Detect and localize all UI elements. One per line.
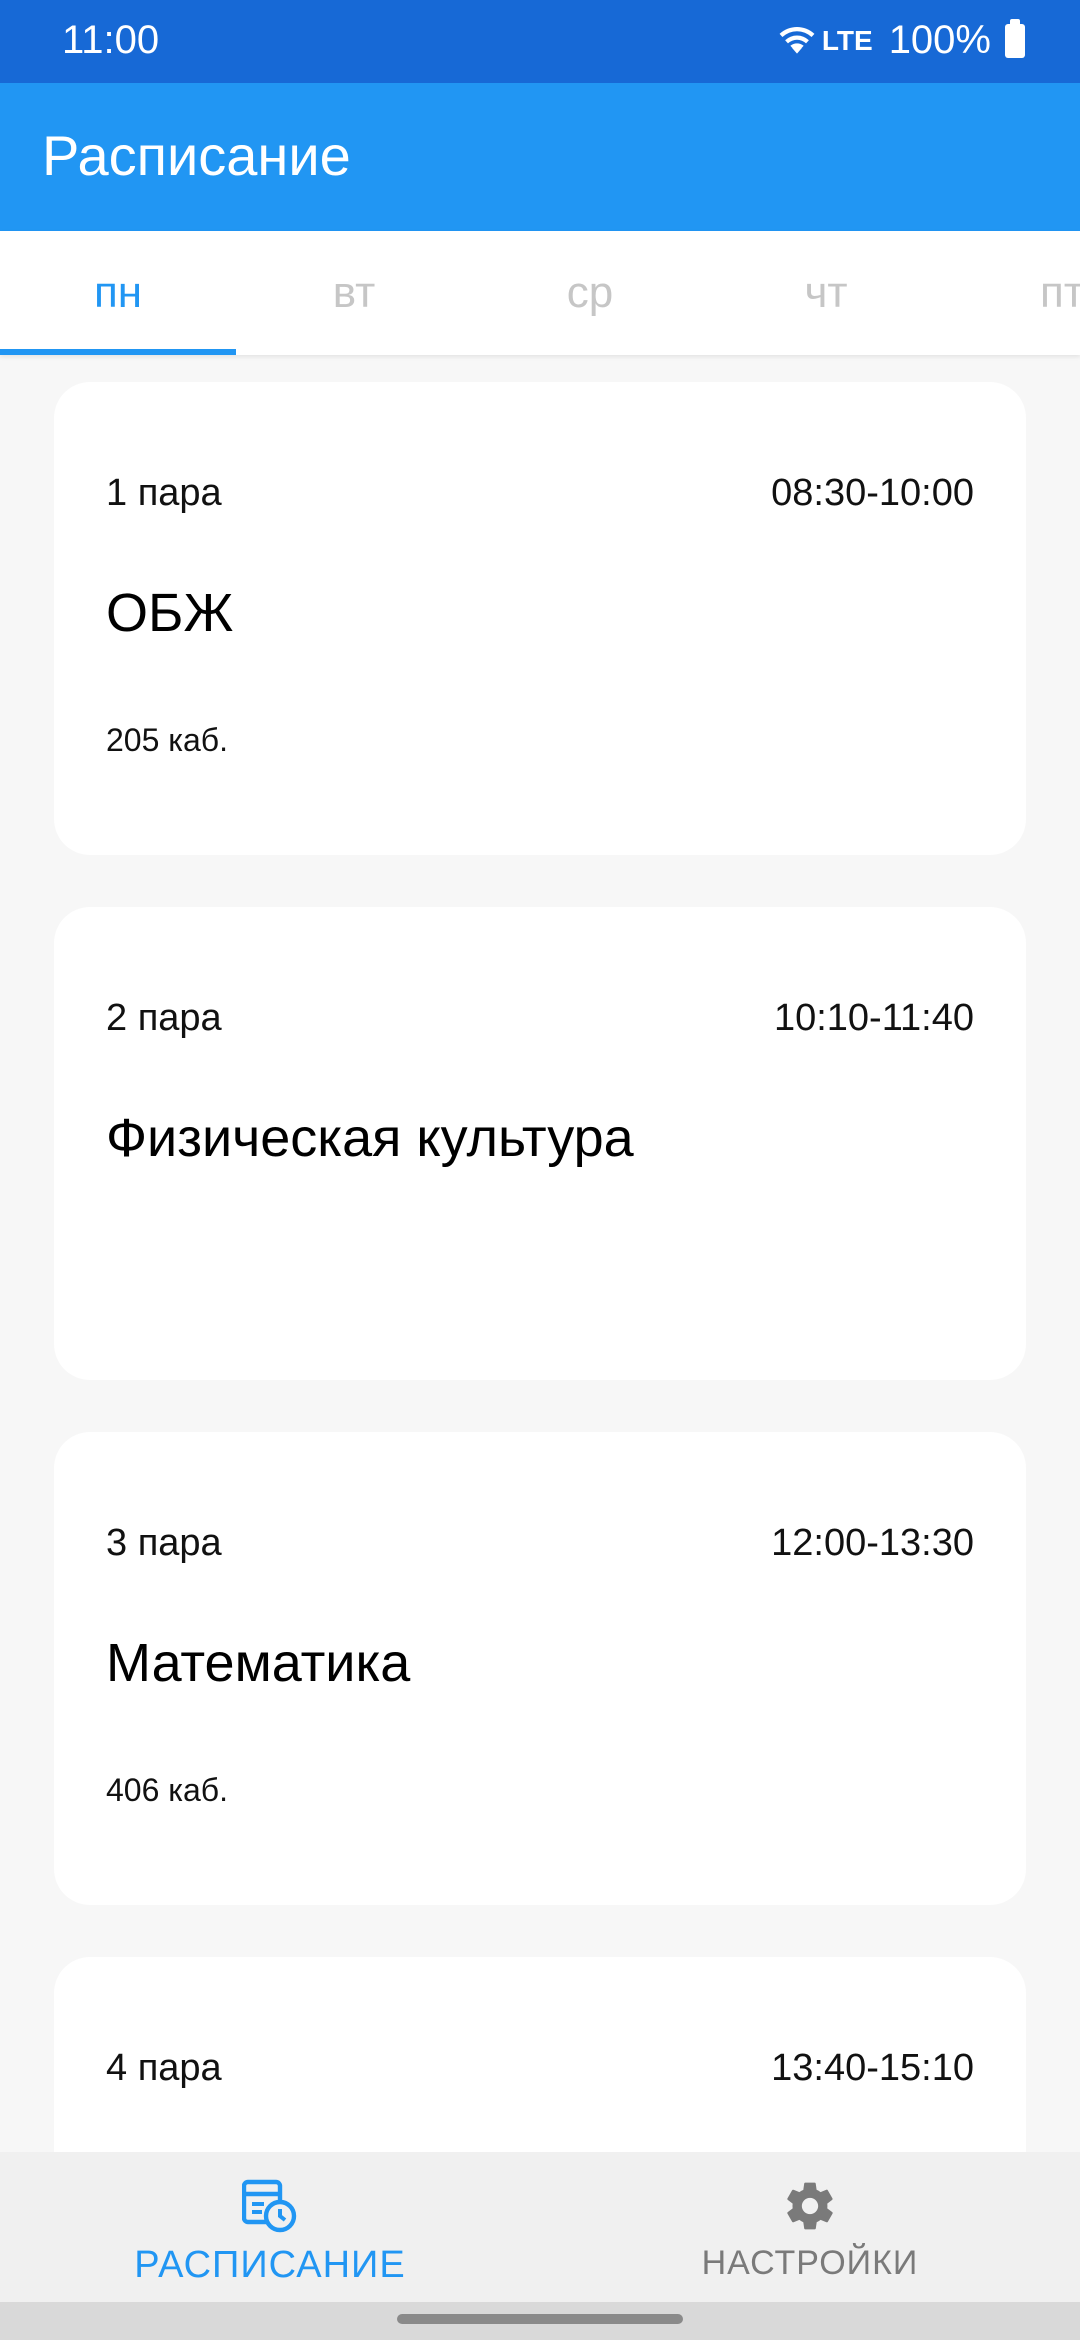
schedule-list[interactable]: 1 пара 08:30-10:00 ОБЖ 205 каб. 2 пара 1…: [0, 355, 1080, 2152]
lesson-subject: Математика: [106, 1633, 411, 1693]
nav-settings[interactable]: НАСТРОЙКИ: [640, 2152, 980, 2302]
lesson-card[interactable]: 4 пара 13:40-15:10: [54, 1957, 1026, 2152]
tab-friday[interactable]: пт: [944, 231, 1080, 355]
lesson-card[interactable]: 1 пара 08:30-10:00 ОБЖ 205 каб.: [54, 382, 1026, 855]
tab-label: ср: [566, 268, 614, 317]
status-bar: 11:00 LTE 100%: [0, 0, 1080, 83]
lesson-subject: ОБЖ: [106, 583, 234, 643]
lesson-number: 1 пара: [106, 472, 222, 514]
wifi-icon: [778, 25, 816, 57]
nav-settings-label: НАСТРОЙКИ: [701, 2244, 919, 2282]
lesson-room: 205 каб.: [106, 722, 228, 758]
lesson-number: 4 пара: [106, 2047, 222, 2089]
lesson-card[interactable]: 3 пара 12:00-13:30 Математика 406 каб.: [54, 1432, 1026, 1905]
nav-schedule-label: РАСПИСАНИЕ: [134, 2244, 406, 2286]
schedule-icon: [242, 2179, 297, 2233]
app-bar: Расписание: [0, 83, 1080, 231]
battery-percent: 100%: [888, 18, 991, 62]
lesson-room: 406 каб.: [106, 1772, 228, 1808]
lesson-time: 08:30-10:00: [771, 472, 974, 514]
screen: 11:00 LTE 100% Расписание пн вт ср чт пт…: [0, 0, 1080, 2340]
network-type: LTE: [821, 24, 873, 56]
gear-icon: [787, 2182, 833, 2230]
tab-label: чт: [804, 268, 848, 317]
lesson-card[interactable]: 2 пара 10:10-11:40 Физическая культура: [54, 907, 1026, 1380]
day-tabs: пн вт ср чт пт: [0, 231, 1080, 355]
lesson-time: 12:00-13:30: [771, 1522, 974, 1564]
system-nav-bar: [0, 2302, 1080, 2340]
nav-schedule[interactable]: РАСПИСАНИЕ: [100, 2152, 440, 2302]
lesson-subject: Физическая культура: [106, 1108, 634, 1168]
tab-thursday[interactable]: чт: [708, 231, 944, 355]
page-title: Расписание: [42, 124, 351, 187]
lesson-number: 2 пара: [106, 997, 222, 1039]
status-icons: LTE 100%: [778, 18, 1025, 63]
tab-monday[interactable]: пн: [0, 231, 236, 355]
tab-label: пт: [1040, 268, 1080, 317]
home-handle[interactable]: [397, 2314, 683, 2324]
tab-tuesday[interactable]: вт: [236, 231, 472, 355]
tab-wednesday[interactable]: ср: [472, 231, 708, 355]
tab-label: пн: [93, 268, 143, 317]
bottom-navigation: РАСПИСАНИЕ НАСТРОЙКИ: [0, 2152, 1080, 2302]
status-time: 11:00: [62, 18, 160, 62]
lesson-time: 13:40-15:10: [771, 2047, 974, 2089]
tab-label: вт: [332, 268, 376, 317]
battery-icon: [1005, 18, 1025, 58]
lesson-time: 10:10-11:40: [773, 997, 974, 1039]
lesson-number: 3 пара: [106, 1522, 222, 1564]
